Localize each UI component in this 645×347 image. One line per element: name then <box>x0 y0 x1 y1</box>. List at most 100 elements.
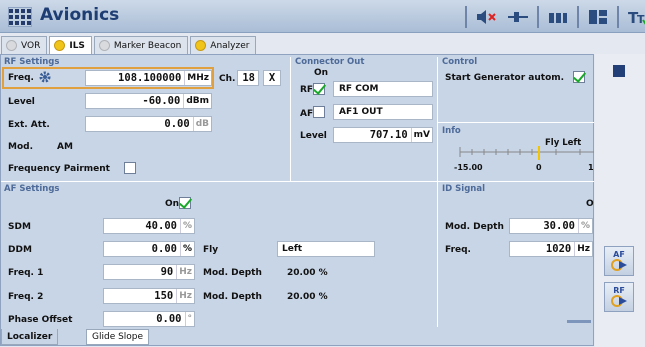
rf-shortcut-button[interactable]: RF <box>604 282 634 312</box>
freq2-unit: Hz <box>176 289 194 303</box>
connector-level-unit: mV <box>410 128 432 142</box>
font-size-icon[interactable]: TT <box>625 7 645 27</box>
af-shortcut-button[interactable]: AF <box>604 246 634 276</box>
tab-bar: VOR ILS Marker Beacon Analyzer <box>0 36 257 54</box>
info-header: Info <box>442 126 461 136</box>
info-scale <box>459 146 594 160</box>
phase-offset-input[interactable]: 0.00 ° <box>103 311 195 327</box>
ddm-label: DDM <box>8 245 32 255</box>
tab-vor[interactable]: VOR <box>1 36 48 54</box>
rf-shortcut-label: RF <box>613 286 625 295</box>
channel-label: Ch. <box>219 74 236 84</box>
layout-icon[interactable] <box>585 7 611 27</box>
id-mod-depth-label: Mod. Depth <box>445 222 504 232</box>
sdm-unit: % <box>179 219 194 233</box>
id-freq-input[interactable]: 1020 Hz <box>509 241 593 257</box>
fly-select[interactable]: Left <box>277 241 375 257</box>
af-on-checkbox[interactable] <box>179 197 191 209</box>
af-out-label: AF <box>300 109 314 119</box>
ddm-unit: % <box>179 242 194 256</box>
connector-level-label: Level <box>300 131 327 141</box>
tab-status-icon <box>54 40 66 51</box>
app-menu-icon[interactable] <box>8 7 32 27</box>
stop-icon[interactable] <box>613 65 625 77</box>
freq-input[interactable]: 108.100000 MHz <box>85 70 212 86</box>
sdm-label: SDM <box>8 222 31 232</box>
mod-label: Mod. <box>8 142 34 152</box>
tab-glide-slope[interactable]: Glide Slope <box>86 329 150 345</box>
ddm-input[interactable]: 0.00% <box>103 241 195 257</box>
tab-status-icon <box>98 40 110 51</box>
sdm-input[interactable]: 40.00% <box>103 218 195 234</box>
bars-icon[interactable] <box>545 7 571 27</box>
channel-input[interactable]: 18 <box>237 70 259 86</box>
af-on-label: On <box>165 199 180 209</box>
toolbar-separator <box>465 6 467 28</box>
app-title: Avionics <box>40 5 120 25</box>
af-out-checkbox[interactable] <box>313 106 325 118</box>
id-scrollbar[interactable] <box>567 320 591 323</box>
freq-value: 108.100000 <box>118 72 182 84</box>
connector-level-input[interactable]: 707.10 mV <box>333 127 433 143</box>
tab-status-icon <box>6 40 17 51</box>
phase-offset-label: Phase Offset <box>8 315 73 325</box>
connector-on-label: On <box>314 68 329 78</box>
ext-att-label: Ext. Att. <box>8 120 50 130</box>
phase-offset-value: 0.00 <box>156 313 182 325</box>
connector-out-header: Connector Out <box>295 57 365 67</box>
id-signal-header: ID Signal <box>442 184 485 194</box>
ext-att-input[interactable]: 0.00 dB <box>85 116 212 132</box>
rf-out-select[interactable]: RF COM <box>333 81 433 97</box>
af-out-select[interactable]: AF1 OUT <box>333 104 433 120</box>
info-scale-right: 1 <box>588 163 594 172</box>
freq1-value: 90 <box>160 266 174 278</box>
id-on-label: O <box>586 199 594 209</box>
rf-out-checkbox[interactable] <box>313 83 325 95</box>
divider <box>438 122 594 123</box>
freq2-value: 150 <box>154 290 174 302</box>
connector-level-value: 707.10 <box>369 129 408 141</box>
level-input[interactable]: -60.00 dBm <box>85 93 212 109</box>
gear-icon[interactable] <box>38 70 52 84</box>
level-label: Level <box>8 97 35 107</box>
toolbar-icons: TT <box>465 5 645 29</box>
phase-offset-unit: ° <box>184 312 194 326</box>
mod-depth1-value: 20.00 % <box>287 268 328 278</box>
id-freq-value: 1020 <box>545 243 572 255</box>
freq1-input[interactable]: 90 Hz <box>103 264 195 280</box>
af-shortcut-label: AF <box>613 250 625 259</box>
channel-suffix-select[interactable]: X <box>263 70 281 86</box>
arrow-icon <box>611 259 627 271</box>
mod-value: AM <box>57 142 73 152</box>
fly-value: Left <box>282 244 303 254</box>
mute-icon[interactable] <box>473 7 499 27</box>
mod-depth1-label: Mod. Depth <box>203 268 262 278</box>
slider-icon[interactable] <box>505 7 531 27</box>
rf-out-label: RF <box>300 85 314 95</box>
tab-analyzer[interactable]: Analyzer <box>190 36 257 54</box>
start-generator-checkbox[interactable] <box>573 71 585 83</box>
freq1-label: Freq. 1 <box>8 268 44 278</box>
ext-att-unit: dB <box>192 117 211 131</box>
af-settings-header: AF Settings <box>4 184 60 194</box>
arrow-icon <box>611 295 627 307</box>
level-unit: dBm <box>183 94 211 108</box>
tab-ils[interactable]: ILS <box>49 36 92 54</box>
tab-marker-beacon[interactable]: Marker Beacon <box>93 36 189 54</box>
channel-value: 18 <box>242 72 255 84</box>
freq2-label: Freq. 2 <box>8 292 44 302</box>
freq2-input[interactable]: 150 Hz <box>103 288 195 304</box>
tab-label: ILS <box>69 40 85 51</box>
freq-unit: MHz <box>184 71 211 85</box>
channel-suffix: X <box>268 72 276 84</box>
id-mod-depth-input[interactable]: 30.00% <box>509 218 593 234</box>
tab-localizer[interactable]: Localizer <box>1 329 59 345</box>
id-mod-depth-value: 30.00 <box>543 220 575 232</box>
freq-label: Freq. <box>8 73 34 83</box>
frequency-pairment-checkbox[interactable] <box>124 162 136 174</box>
id-mod-depth-unit: % <box>577 219 592 233</box>
toolbar-separator <box>617 6 619 28</box>
start-generator-label: Start Generator autom. <box>445 73 565 83</box>
tab-label: VOR <box>21 40 41 51</box>
ddm-value: 0.00 <box>151 243 177 255</box>
